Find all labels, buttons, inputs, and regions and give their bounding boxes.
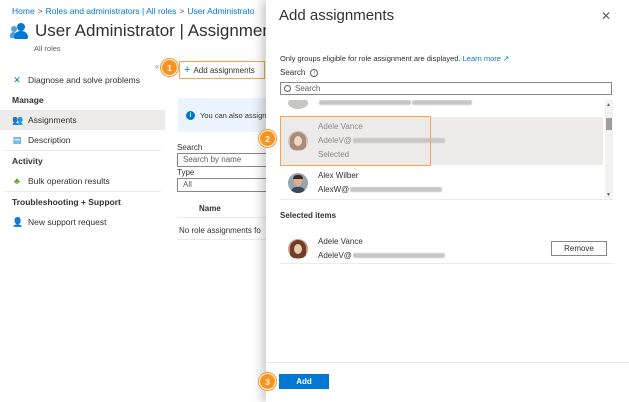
learn-more-link[interactable]: Learn more ↗ [463, 54, 510, 63]
scroll-up-icon[interactable]: ▲ [606, 102, 611, 108]
breadcrumb-separator: > [179, 6, 185, 16]
nav-item-assignments[interactable]: 👥 Assignments [0, 110, 165, 130]
step-badge-2: 2 [259, 130, 276, 147]
selected-email: AdeleV@ [318, 250, 352, 260]
collapse-icon[interactable]: « [155, 62, 159, 71]
nav-item-label: Bulk operation results [28, 176, 110, 186]
result-name: Alex Wilber [318, 171, 359, 180]
nav-section-activity: Activity [12, 156, 43, 166]
nav-item-diagnose[interactable]: ✕ Diagnose and solve problems [0, 70, 165, 90]
external-link-icon: ↗ [503, 54, 510, 63]
nav-item-new-support[interactable]: 👤 New support request [0, 212, 165, 232]
list-item-alex-wilber[interactable]: Alex Wilber AlexW@ [280, 167, 603, 199]
bulk-results-icon: ♣ [14, 176, 20, 186]
result-email: AlexW@ [318, 185, 350, 194]
info-icon: i [186, 110, 195, 120]
selection-highlight [280, 116, 431, 166]
avatar [288, 173, 308, 193]
breadcrumb: Home > Roles and administrators | All role… [12, 6, 254, 16]
scrollbar-thumb[interactable] [606, 118, 612, 130]
nav-item-label: Assignments [28, 115, 77, 125]
left-nav: ✕ Diagnose and solve problems Manage 👥 A… [0, 70, 165, 232]
users-icon: 👥 [12, 115, 24, 125]
scroll-down-icon[interactable]: ▼ [606, 192, 611, 198]
nav-item-label: New support request [28, 217, 107, 227]
users-icon [10, 22, 30, 40]
close-icon[interactable]: ✕ [601, 9, 611, 23]
footer-divider [266, 362, 629, 363]
info-text: You can also assign [200, 110, 267, 120]
panel-search-label: Search i [280, 68, 319, 77]
list-item[interactable] [280, 100, 603, 112]
nav-section-troubleshooting: Troubleshooting + Support [12, 197, 121, 207]
nav-item-label: Diagnose and solve problems [28, 75, 140, 85]
panel-search-input[interactable]: Search [280, 82, 612, 95]
info-banner: i You can also assign [178, 98, 268, 132]
breadcrumb-home[interactable]: Home [12, 6, 35, 16]
breadcrumb-roles[interactable]: Roles and administrators | All roles [46, 6, 177, 16]
step-badge-1: 1 [161, 59, 178, 76]
nav-section-manage: Manage [12, 95, 44, 105]
add-button[interactable]: Add [279, 374, 329, 389]
plus-icon: + [184, 64, 191, 76]
breadcrumb-separator: > [37, 6, 43, 16]
panel-title: Add assignments [279, 7, 395, 24]
person-support-icon: 👤 [12, 217, 24, 227]
type-label: Type [177, 168, 195, 177]
remove-button[interactable]: Remove [551, 241, 607, 256]
add-assignments-button[interactable]: + Add assignments [179, 61, 265, 79]
table-empty-text: No role assignments fo [177, 222, 267, 240]
search-icon [284, 85, 291, 92]
page-header: User Administrator | Assignments [10, 21, 285, 41]
search-by-name-input[interactable]: Search by name [177, 153, 267, 167]
add-assignments-panel: Add assignments ✕ Only groups eligible f… [266, 0, 629, 402]
avatar [288, 100, 308, 109]
panel-note: Only groups eligible for role assignment… [280, 54, 509, 63]
selected-items-title: Selected items [280, 211, 337, 220]
document-icon: ▤ [12, 135, 22, 145]
page-subtitle: All roles [34, 44, 61, 53]
nav-item-label: Description [28, 135, 71, 145]
avatar [288, 238, 308, 259]
wrench-icon: ✕ [13, 75, 21, 85]
info-circle-icon[interactable]: i [310, 68, 319, 77]
nav-item-bulk-results[interactable]: ♣ Bulk operation results [0, 171, 165, 191]
table-header-name[interactable]: Name [177, 204, 267, 218]
type-dropdown[interactable]: All [177, 178, 267, 192]
panel-note-text: Only groups eligible for role assignment… [280, 54, 461, 63]
results-scrollbar[interactable]: ▲ ▼ [605, 100, 613, 199]
search-label: Search [177, 143, 203, 152]
nav-item-description[interactable]: ▤ Description [0, 130, 165, 150]
breadcrumb-user-admin[interactable]: User Administrato [187, 6, 254, 16]
step-badge-3: 3 [259, 373, 276, 390]
selected-name: Adele Vance [318, 236, 363, 246]
page-title: User Administrator | Assignments [35, 21, 286, 40]
filter-area: Search Search by name Type All [177, 143, 267, 193]
add-assignments-label: Add assignments [193, 65, 255, 75]
